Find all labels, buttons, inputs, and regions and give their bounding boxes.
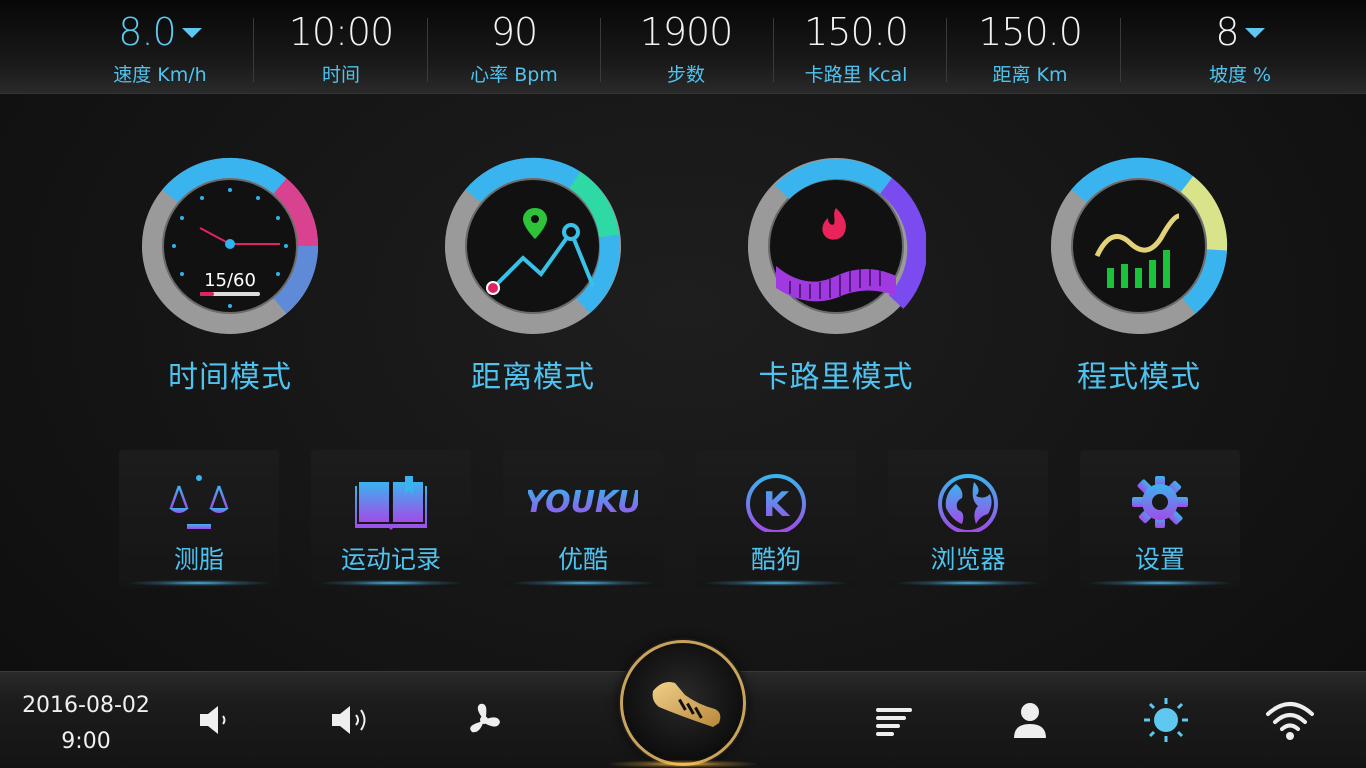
distance-label: 距离 Km <box>992 64 1068 86</box>
body-fat-label: 测脂 <box>173 545 224 574</box>
browser-app[interactable]: 浏览器 <box>888 450 1048 588</box>
volume-down-icon[interactable] <box>190 694 242 746</box>
heart-rate-label: 心率 Bpm <box>470 64 558 86</box>
settings-label: 设置 <box>1134 545 1185 574</box>
clock-icon: 15/60 <box>142 157 319 334</box>
tile-glow <box>898 580 1038 586</box>
incline-value: 8 <box>1215 10 1239 54</box>
calorie-mode-button[interactable]: 卡路里模式 <box>736 156 936 396</box>
stats-bar: 8.0 速度 Km/h 10:00 时间 90 心率 Bpm 1900 步数 1… <box>0 0 1366 94</box>
distance-mode-label: 距离模式 <box>471 360 595 395</box>
divider <box>1120 18 1121 82</box>
volume-up-icon[interactable] <box>326 694 378 746</box>
kugou-logo: K <box>746 474 806 534</box>
svg-text:K: K <box>763 485 791 525</box>
route-map-icon <box>445 157 621 334</box>
time-text: 9:00 <box>61 729 111 754</box>
heart-rate-stat: 90 心率 Bpm <box>428 0 600 94</box>
distance-stat: 150.0 距离 Km <box>944 0 1116 94</box>
incline-dropdown-icon[interactable] <box>1244 27 1265 38</box>
flame-icon <box>748 158 926 334</box>
time-stat: 10:00 时间 <box>255 0 427 94</box>
tile-glow <box>706 580 846 586</box>
calories-stat: 150.0 卡路里 Kcal <box>770 0 942 94</box>
wifi-icon[interactable] <box>1264 694 1316 746</box>
heart-rate-value: 90 <box>490 10 538 54</box>
speed-label: 速度 Km/h <box>113 64 207 86</box>
time-value: 10:00 <box>288 10 395 54</box>
speed-dropdown-icon[interactable] <box>181 27 202 38</box>
kugou-app[interactable]: K 酷狗 <box>696 450 856 588</box>
steps-label: 步数 <box>666 64 705 86</box>
distance-mode-button[interactable]: 距离模式 <box>433 156 633 396</box>
exercise-record-app[interactable]: 运动记录 <box>311 450 471 588</box>
book-icon <box>355 476 427 530</box>
tile-glow <box>513 580 653 586</box>
time-label: 时间 <box>321 64 360 86</box>
youku-logo: YOUKU <box>524 485 641 520</box>
calorie-mode-label: 卡路里模式 <box>758 360 914 395</box>
steps-value: 1900 <box>639 10 734 54</box>
speed-value: 8.0 <box>118 10 176 54</box>
tile-glow <box>1090 580 1230 586</box>
svg-text:YOUKU: YOUKU <box>528 485 638 520</box>
user-icon[interactable] <box>1004 694 1056 746</box>
date-text: 2016-08-02 <box>22 693 150 718</box>
calories-label: 卡路里 Kcal <box>804 64 908 86</box>
start-button-glow <box>610 760 756 768</box>
datetime: 2016-08-02 9:00 <box>0 688 172 760</box>
time-mode-label: 时间模式 <box>168 360 292 395</box>
speed-stat[interactable]: 8.0 速度 Km/h <box>60 0 260 94</box>
gear-icon <box>1132 476 1188 528</box>
steps-stat: 1900 步数 <box>600 0 772 94</box>
globe-icon <box>938 474 998 534</box>
menu-icon[interactable] <box>868 694 920 746</box>
running-shoe-icon <box>652 682 721 727</box>
tile-glow <box>321 580 461 586</box>
youku-label: 优酷 <box>557 545 608 574</box>
exercise-record-label: 运动记录 <box>340 545 441 574</box>
program-mode-button[interactable]: 程式模式 <box>1039 156 1239 396</box>
program-chart-icon <box>1051 157 1228 334</box>
settings-app[interactable]: 设置 <box>1080 450 1240 588</box>
incline-label: 坡度 % <box>1208 64 1272 86</box>
start-workout-button[interactable] <box>620 640 746 766</box>
divider <box>253 18 254 82</box>
kugou-label: 酷狗 <box>750 545 801 574</box>
time-mode-button[interactable]: 15/60 时间模式 <box>130 156 330 396</box>
tile-glow <box>129 580 269 586</box>
youku-app[interactable]: YOUKU 优酷 <box>503 450 663 588</box>
program-mode-label: 程式模式 <box>1077 360 1201 395</box>
time-mode-readout: 15/60 <box>204 270 256 291</box>
brightness-icon[interactable] <box>1140 694 1192 746</box>
body-fat-app[interactable]: 测脂 <box>119 450 279 588</box>
incline-stat[interactable]: 8 坡度 % <box>1150 0 1330 94</box>
scale-icon <box>169 475 229 529</box>
browser-label: 浏览器 <box>930 545 1006 574</box>
calories-value: 150.0 <box>804 10 909 54</box>
fan-icon[interactable] <box>458 694 510 746</box>
distance-value: 150.0 <box>978 10 1083 54</box>
